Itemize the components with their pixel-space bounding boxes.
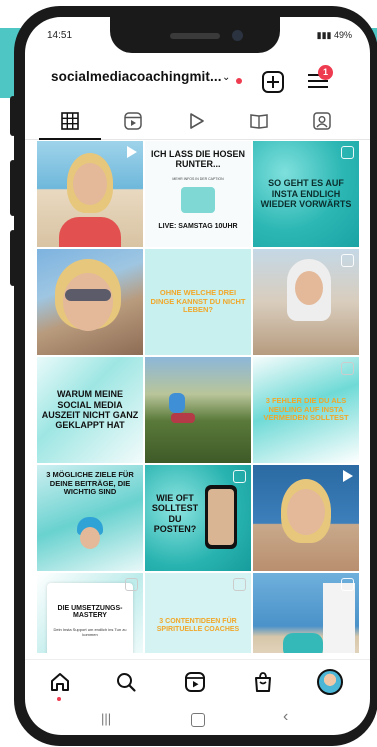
tab-reels[interactable] [102,103,164,139]
tab-tagged[interactable] [291,103,353,139]
avatar [316,669,343,695]
tagged-icon [313,112,331,130]
post-grid: ICH LASS DIE HOSEN RUNTER... MEHR INFOS … [37,141,360,653]
guides-icon [250,114,268,129]
tab-videos[interactable] [165,103,227,139]
post-caption: OHNE WELCHE DREI DINGE KANNST DU NICHT L… [150,288,246,315]
signal-icon: ▮▮▮ [316,30,334,40]
grid-post[interactable]: 3 FEHLER DIE DU ALS NEULING AUF INSTA VE… [253,357,359,463]
nav-reels[interactable] [160,660,229,704]
nav-shop[interactable] [228,660,297,704]
shopping-bag-icon [254,672,271,692]
front-camera [232,30,243,41]
post-caption: 3 MÖGLICHE ZIELE FÜR DEINE BEITRÄGE, DIE… [46,470,134,497]
post-caption: WIE OFT SOLLTEST DU POSTEN? [151,493,199,535]
select-icon [341,362,354,375]
grid-post[interactable] [253,465,359,571]
post-subcaption: MEHR INFOS IN DER CAPTION [172,177,224,181]
grid-post[interactable]: SO GEHT ES AUF INSTA ENDLICH WIEDER VORW… [253,141,359,247]
grid-post[interactable] [37,249,143,355]
post-caption: DIE UMSETZUNGS-MASTERY [57,605,123,619]
grid-post[interactable]: ICH LASS DIE HOSEN RUNTER... MEHR INFOS … [145,141,251,247]
home-indicator-dot [57,697,61,701]
reels-icon [124,112,142,130]
grid-post[interactable] [253,573,359,653]
nav-search[interactable] [91,660,160,704]
status-time: 14:51 [47,30,73,41]
system-navigation: ||| ‹ [25,705,370,735]
grid-post[interactable]: 3 MÖGLICHE ZIELE FÜR DEINE BEITRÄGE, DIE… [37,465,143,571]
nav-profile[interactable] [295,660,364,704]
menu-badge: 1 [318,65,333,80]
post-subcaption: Dein Insta Support um endlich ins Tun zu… [53,627,127,637]
notification-dot [236,78,242,84]
chevron-down-icon[interactable]: ⌄ [222,72,230,83]
profile-header: socialmediacoachingmit... ⌄ 1 [25,57,370,101]
reels-icon [184,672,205,692]
select-icon [125,578,138,591]
reel-icon [341,146,354,159]
post-caption: ICH LASS DIE HOSEN RUNTER... [151,149,246,170]
account-switcher[interactable]: socialmediacoachingmit... [51,69,222,84]
phone-screen: 14:51 ▮▮▮ 49% socialmediacoachingmit... … [25,17,370,735]
post-caption: WARUM MEINE SOCIAL MEDIA AUSZEIT NICHT G… [41,389,139,431]
tab-grid[interactable] [39,103,101,140]
grid-post[interactable]: OHNE WELCHE DREI DINGE KANNST DU NICHT L… [145,249,251,355]
status-battery: ▮▮▮ 49% [317,30,352,41]
recent-apps-icon[interactable]: ||| [101,711,111,726]
post-footer: LIVE: SAMSTAG 10UHR [158,223,238,230]
reel-icon [233,470,246,483]
grid-post[interactable]: WARUM MEINE SOCIAL MEDIA AUSZEIT NICHT G… [37,357,143,463]
reel-icon [341,254,354,267]
grid-post[interactable] [37,141,143,247]
grid-icon [61,112,79,130]
reel-icon [341,578,354,591]
select-icon [233,578,246,591]
video-icon [343,470,353,482]
tab-guides[interactable] [228,103,290,139]
profile-tabs [25,103,370,140]
back-icon[interactable]: ‹ [283,708,288,726]
nav-home[interactable] [25,660,94,704]
grid-post[interactable]: WIE OFT SOLLTEST DU POSTEN? [145,465,251,571]
create-post-button[interactable] [262,71,284,93]
bottom-navigation [25,659,370,704]
home-icon [50,673,69,691]
speaker [170,33,220,39]
grid-post[interactable]: DIE UMSETZUNGS-MASTERY Dein Insta Suppor… [37,573,143,653]
phone-notch [110,17,280,53]
home-system-icon[interactable] [191,713,205,727]
grid-post[interactable]: 3 CONTENTIDEEN FÜR SPIRITUELLE COACHES [145,573,251,653]
video-icon [127,146,137,158]
grid-post[interactable] [145,357,251,463]
grid-post[interactable] [253,249,359,355]
battery-percent: 49% [333,30,352,40]
play-icon [190,113,204,129]
search-icon [116,673,136,692]
